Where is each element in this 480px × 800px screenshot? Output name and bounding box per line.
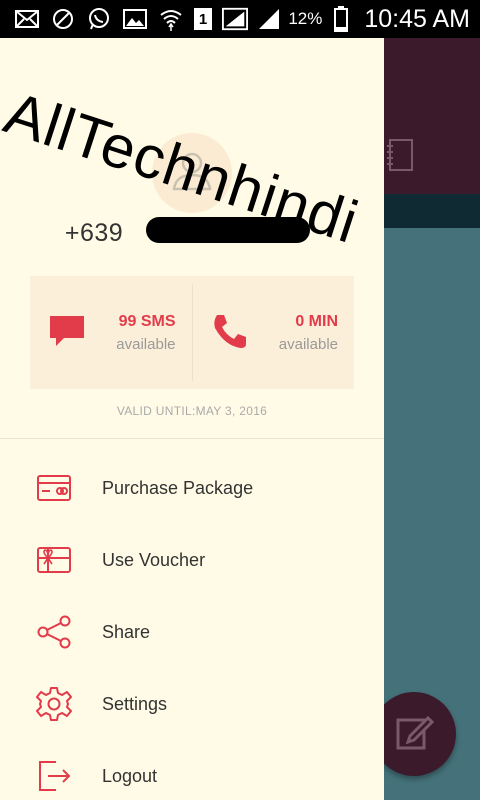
compose-icon xyxy=(394,712,435,757)
battery-percent: 12% xyxy=(288,9,323,28)
no-sim-icon xyxy=(50,8,76,30)
balance-card: 99 SMS available 0 MIN available xyxy=(30,276,354,389)
sim-1-icon: 1 xyxy=(194,8,212,30)
message-icon xyxy=(50,316,84,346)
menu-label: Logout xyxy=(102,766,158,786)
gear-icon xyxy=(36,687,72,721)
menu-label: Settings xyxy=(102,694,168,714)
min-label: available xyxy=(278,336,338,353)
menu-label: Purchase Package xyxy=(102,478,254,498)
menu-share[interactable]: Share xyxy=(0,602,384,662)
menu-logout[interactable]: Logout xyxy=(0,746,384,800)
image-icon xyxy=(122,8,148,30)
menu-label: Share xyxy=(102,622,151,642)
menu-label: Use Voucher xyxy=(102,550,206,570)
minutes-balance: 0 MIN available xyxy=(193,276,355,389)
wifi-icon xyxy=(158,8,184,31)
phone-number-text: +639 xyxy=(64,219,124,247)
app-tab-strip xyxy=(384,194,480,228)
contacts-book-icon[interactable] xyxy=(386,138,414,172)
menu-settings[interactable]: Settings xyxy=(0,674,384,734)
menu-purchase-package[interactable]: Purchase Package xyxy=(0,458,384,518)
valid-until: VALID UNTIL:MAY 3, 2016 xyxy=(116,404,268,418)
min-value: 0 MIN xyxy=(295,313,338,330)
status-bar: 1 12% 10:45 AM xyxy=(0,0,480,38)
battery-icon xyxy=(328,6,354,32)
logout-icon xyxy=(39,761,71,791)
compose-button[interactable] xyxy=(372,692,456,776)
clock: 10:45 AM xyxy=(364,4,470,33)
card-icon xyxy=(37,475,71,501)
divider xyxy=(0,438,384,439)
whatsapp-icon xyxy=(86,8,112,30)
share-icon xyxy=(37,615,71,649)
navigation-drawer: +639 99 SMS available 0 MIN available VA… xyxy=(0,38,384,800)
sms-balance: 99 SMS available xyxy=(30,276,192,389)
gift-card-icon xyxy=(37,547,71,573)
menu-use-voucher[interactable]: Use Voucher xyxy=(0,530,384,590)
mail-icon xyxy=(14,8,40,30)
sms-label: available xyxy=(116,336,176,353)
sms-value: 99 SMS xyxy=(118,313,176,330)
signal-icon xyxy=(222,7,248,31)
phone-icon xyxy=(213,315,246,348)
signal-2-icon xyxy=(256,8,282,30)
